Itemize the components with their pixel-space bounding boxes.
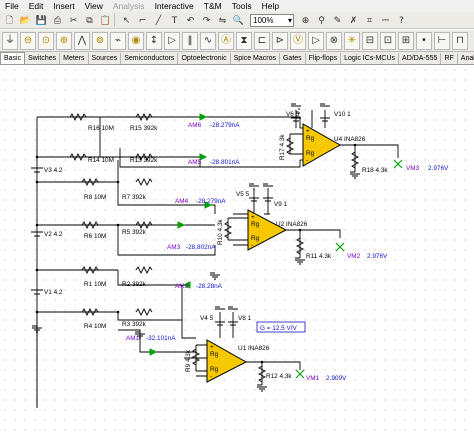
source-label-v1: V1 4.2 (44, 289, 63, 296)
value-am2: -28.28nA (196, 283, 223, 290)
schematic-drawing: V3 4.2 V2 4.2 V1 4.2 R16 10M R15 392k R1… (31, 103, 449, 408)
label-v6: V6 5 (286, 111, 300, 118)
value-am5: -28.801nA (210, 159, 240, 166)
label-am3: AM3 (167, 244, 181, 251)
u1-minus-pin: - (210, 373, 212, 380)
label-r7: R7 392k (122, 194, 147, 201)
label-r13: R13 392k (130, 157, 158, 164)
value-am6: -28.279nA (210, 122, 240, 129)
label-u1: U1 INA826 (238, 345, 270, 352)
label-vm2: VM2 (347, 253, 361, 260)
label-v4: V4 5 (200, 315, 214, 322)
source-label-v3: V3 4.2 (44, 167, 63, 174)
u4-plus-pin: + (306, 128, 310, 135)
u1-rg-pin-top: Rg (210, 351, 219, 358)
value-vm1: 2.909V (326, 375, 347, 382)
label-r8: R8 10M (84, 194, 106, 201)
label-r2: R2 392k (122, 281, 147, 288)
value-vm2: 2.976V (367, 253, 388, 260)
label-u2: U2 INA826 (276, 221, 308, 228)
label-r17: R17 4.3k (279, 134, 286, 160)
value-am3: -28.802nA (186, 244, 216, 251)
u4-rg-pin-top: Rg (306, 135, 315, 142)
label-r12: R12 4.3k (266, 373, 292, 380)
label-r16: R16 10M (88, 125, 114, 132)
value-am4: -28.279nA (196, 198, 226, 205)
value-am1: -32.101nA (146, 335, 176, 342)
label-vm3: VM3 (406, 165, 420, 172)
label-am1: AM1 (126, 335, 140, 342)
gain-note: G = 12.5 V/V (260, 325, 298, 332)
u2-plus-pin: + (251, 214, 255, 221)
label-am2: AM2 (175, 283, 189, 290)
u2-minus-pin: - (251, 242, 253, 249)
voltmeter-symbols (295, 159, 403, 379)
u1-rg-pin-bottom: Rg (210, 366, 219, 373)
label-r18: R18 4.3k (362, 167, 388, 174)
source-label-v2: V2 4.2 (44, 231, 63, 238)
label-v8: V8 1 (238, 315, 252, 322)
u4-rg-pin-bottom: Rg (306, 150, 315, 157)
label-r15: R15 392k (130, 125, 158, 132)
label-u4: U4 INA826 (334, 136, 366, 143)
label-am5: AM5 (188, 159, 202, 166)
label-r1: R1 10M (84, 281, 106, 288)
label-v10: V10 1 (334, 111, 351, 118)
label-r11: R11 4.3k (306, 253, 332, 260)
u2-rg-pin-bottom: Rg (251, 235, 260, 242)
label-r4: R4 10M (84, 323, 106, 330)
label-vm1: VM1 (306, 375, 320, 382)
label-r3: R3 392k (122, 321, 147, 328)
u1-plus-pin: + (210, 344, 214, 351)
u4-minus-pin: - (306, 157, 308, 164)
label-am4: AM4 (175, 198, 189, 205)
value-vm3: 2.976V (428, 165, 449, 172)
label-r5: R5 392k (122, 229, 147, 236)
label-r6: R6 10M (84, 233, 106, 240)
label-v9: V9 1 (274, 201, 288, 208)
label-am6: AM6 (188, 122, 202, 129)
label-r9: R9 4.3k (185, 349, 192, 372)
u2-rg-pin-top: Rg (251, 221, 260, 228)
label-r10: R10 4.3k (217, 219, 224, 245)
label-v5: V5 5 (236, 191, 250, 198)
label-r14: R14 10M (88, 157, 114, 164)
